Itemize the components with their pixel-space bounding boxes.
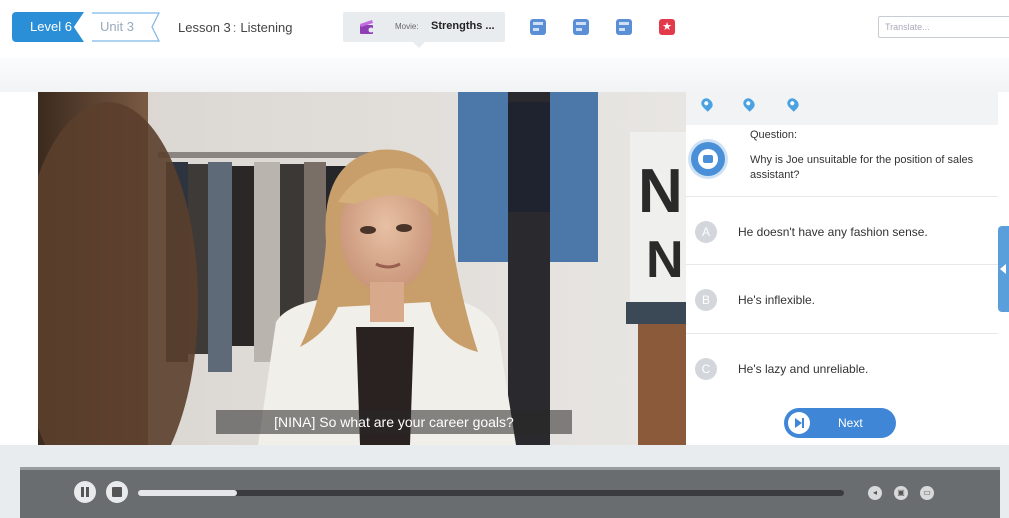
favorite-star-icon[interactable]: ★: [659, 19, 675, 35]
movie-selector[interactable]: Movie: Strengths ...: [343, 12, 505, 48]
question-marker-3-icon[interactable]: [785, 96, 801, 112]
svg-text:N: N: [646, 231, 684, 289]
vocabulary-tool-icon[interactable]: [530, 19, 546, 35]
svg-text:N: N: [638, 157, 683, 226]
player-controls: ◂ ▣ ▭: [20, 467, 1000, 518]
answer-option-a[interactable]: A He doesn't have any fashion sense.: [686, 196, 998, 265]
cc-icon[interactable]: ▭: [920, 486, 934, 500]
clapperboard-icon: [360, 20, 374, 34]
notes-tool-icon[interactable]: [573, 19, 589, 35]
speaker-icon[interactable]: ◂: [868, 486, 882, 500]
lesson-label: Lesson 3: [178, 20, 231, 35]
answer-option-b[interactable]: B He's inflexible.: [686, 264, 998, 333]
top-bar: Level 6 Unit 3 Lesson 3: Listening Movie:…: [0, 0, 1009, 58]
option-letter-a: A: [695, 221, 717, 243]
movie-label: Movie:: [395, 22, 419, 31]
progress-fill: [138, 490, 237, 496]
level-breadcrumb[interactable]: Level 6: [12, 12, 84, 42]
video-subtitle: [NINA] So what are your career goals?: [216, 410, 572, 434]
question-label: Question:: [750, 129, 798, 141]
video-player[interactable]: N N [NINA] So what are your career goals…: [38, 92, 686, 445]
script-tool-icon[interactable]: [616, 19, 632, 35]
question-marker-2-icon[interactable]: [741, 96, 757, 112]
movie-title: Strengths ...: [431, 20, 495, 32]
option-text-a: He doesn't have any fashion sense.: [738, 225, 928, 239]
option-letter-c: C: [695, 358, 717, 380]
question-play-icon[interactable]: [691, 142, 725, 176]
subtitles-icon[interactable]: ▣: [894, 486, 908, 500]
option-text-b: He's inflexible.: [738, 293, 815, 307]
skip-next-icon: [788, 412, 810, 434]
translate-input[interactable]: Translate...: [878, 16, 1009, 38]
unit-breadcrumb[interactable]: Unit 3: [80, 12, 162, 42]
question-markers: [686, 92, 998, 125]
answer-option-c[interactable]: C He's lazy and unreliable.: [686, 333, 998, 402]
pause-button[interactable]: [74, 481, 96, 503]
lesson-title: Lesson 3: Listening: [178, 20, 292, 35]
question-marker-1-icon[interactable]: [699, 96, 715, 112]
next-button[interactable]: Next: [784, 408, 896, 438]
option-letter-b: B: [695, 289, 717, 311]
video-frame: N N: [38, 92, 686, 445]
next-label: Next: [838, 416, 863, 430]
stop-button[interactable]: [106, 481, 128, 503]
question-text: Why is Joe unsuitable for the position o…: [750, 154, 974, 181]
unit-label: Unit 3: [100, 19, 134, 34]
option-text-c: He's lazy and unreliable.: [738, 362, 869, 376]
lesson-separator: :: [232, 20, 237, 35]
collapse-panel-tab[interactable]: [998, 226, 1009, 312]
header-band: [0, 58, 1009, 92]
lesson-name: Listening: [240, 20, 293, 35]
progress-bar[interactable]: [138, 490, 844, 496]
question-panel: Question: Why is Joe unsuitable for the …: [686, 92, 998, 445]
